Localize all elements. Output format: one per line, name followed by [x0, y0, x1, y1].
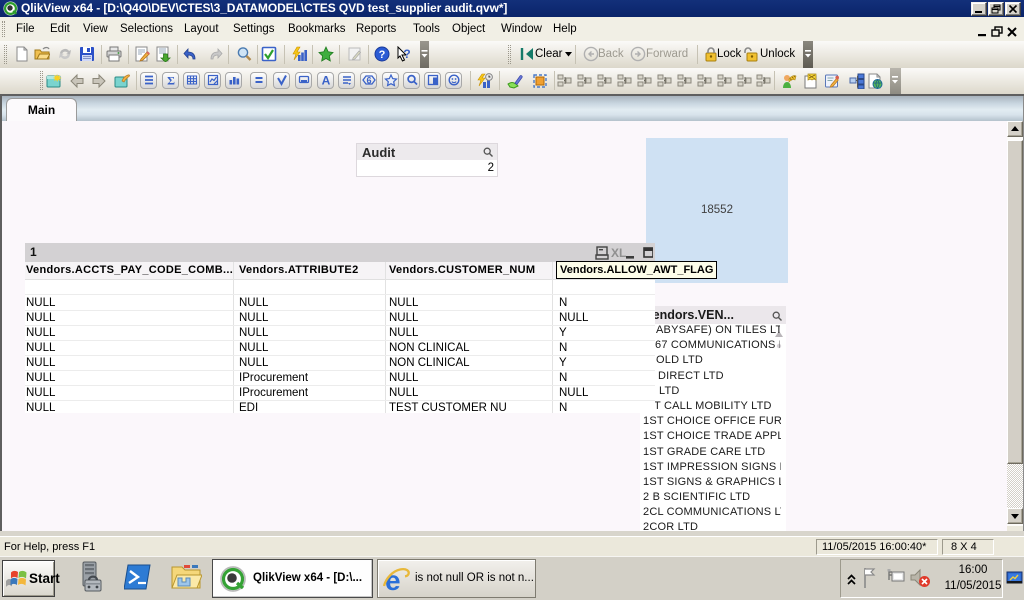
svg-text:?: ? [379, 49, 386, 61]
svg-text:XL: XL [611, 246, 626, 260]
svg-text:Σ: Σ [167, 74, 175, 88]
svg-text:6: 6 [366, 76, 371, 86]
svg-text:?: ? [403, 47, 410, 61]
svg-text:A: A [322, 74, 331, 88]
